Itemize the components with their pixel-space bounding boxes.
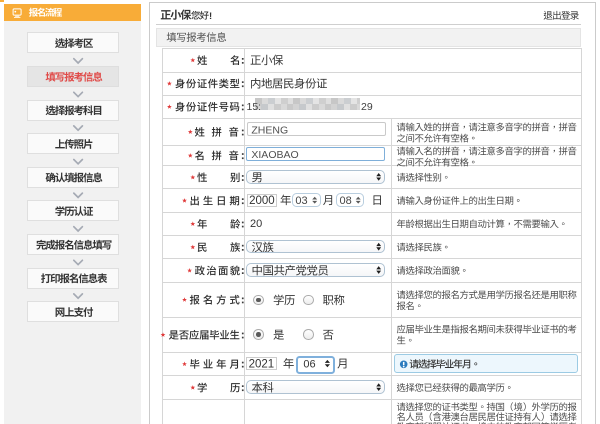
svg-text:29: 29 bbox=[361, 101, 373, 113]
svg-text:ZHENG: ZHENG bbox=[251, 124, 288, 136]
svg-text:2000: 2000 bbox=[249, 195, 275, 207]
svg-text:!: ! bbox=[209, 11, 212, 22]
svg-text:2021: 2021 bbox=[249, 359, 275, 371]
svg-text:03: 03 bbox=[295, 195, 307, 207]
svg-text:20: 20 bbox=[250, 218, 262, 230]
svg-text:15:: 15: bbox=[247, 101, 262, 113]
svg-text:XIAOBAO: XIAOBAO bbox=[251, 149, 298, 161]
svg-text:06: 06 bbox=[303, 358, 315, 370]
svg-text:08: 08 bbox=[340, 195, 352, 207]
